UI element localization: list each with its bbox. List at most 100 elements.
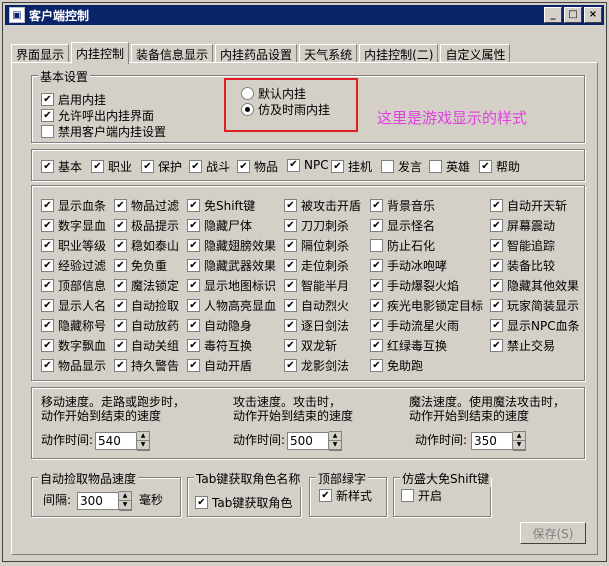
feature-checkbox[interactable]: ✔ 职业等级: [41, 237, 106, 254]
feature-checkbox[interactable]: ✔ 走位刺杀: [284, 257, 349, 274]
category-items-checkbox[interactable]: ✔ 物品: [237, 158, 278, 175]
feature-checkbox[interactable]: ✔ 物品过滤: [114, 197, 179, 214]
magic-speed-input[interactable]: [471, 432, 513, 450]
tab-get-name-checkbox[interactable]: ✔ Tab键获取角色: [195, 494, 292, 511]
feature-checkbox[interactable]: ✔ 免Shift键: [187, 197, 255, 214]
spin-up-icon[interactable]: ▲: [513, 432, 525, 441]
shift-free-enable-checkbox[interactable]: 开启: [401, 487, 442, 504]
default-plugin-radio[interactable]: 默认内挂: [241, 85, 306, 102]
tab-potion-settings[interactable]: 内挂药品设置: [215, 44, 298, 63]
feature-checkbox[interactable]: ✔ 隔位刺杀: [284, 237, 349, 254]
feature-checkbox[interactable]: ✔ 数字飘血: [41, 337, 106, 354]
feature-checkbox[interactable]: ✔ 显示血条: [41, 197, 106, 214]
pickup-interval-input[interactable]: [77, 492, 119, 510]
attack-speed-input[interactable]: [287, 432, 329, 450]
move-speed-stepper[interactable]: ▲▼: [95, 431, 150, 451]
feature-checkbox[interactable]: ✔ 魔法锁定: [114, 277, 179, 294]
feature-checkbox[interactable]: ✔ 背景音乐: [370, 197, 435, 214]
feature-checkbox[interactable]: ✔ 智能追踪: [490, 237, 555, 254]
tab-weather[interactable]: 天气系统: [299, 44, 358, 63]
feature-checkbox[interactable]: ✔ 被攻击开盾: [284, 197, 361, 214]
magic-speed-stepper[interactable]: ▲▼: [471, 431, 526, 451]
spin-up-icon[interactable]: ▲: [329, 432, 341, 441]
feature-checkbox[interactable]: ✔ 隐藏翅膀效果: [187, 237, 276, 254]
disable-client-settings-checkbox[interactable]: 禁用客户端内挂设置: [41, 123, 166, 140]
feature-checkbox[interactable]: ✔ 自动隐身: [187, 317, 252, 334]
feature-checkbox[interactable]: ✔ 手动冰咆哮: [370, 257, 447, 274]
spin-down-icon[interactable]: ▼: [137, 441, 149, 450]
feature-checkbox[interactable]: ✔ 龙影剑法: [284, 357, 349, 374]
spin-down-icon[interactable]: ▼: [119, 501, 131, 510]
feature-checkbox[interactable]: 防止石化: [370, 237, 435, 254]
category-idle-checkbox[interactable]: ✔ 挂机: [331, 158, 372, 175]
feature-checkbox[interactable]: ✔ 自动开天斩: [490, 197, 567, 214]
allow-call-ui-checkbox[interactable]: ✔ 允许呼出内挂界面: [41, 107, 154, 124]
feature-checkbox[interactable]: ✔ 免负重: [114, 257, 167, 274]
feature-checkbox[interactable]: ✔ 数字显血: [41, 217, 106, 234]
feature-checkbox[interactable]: ✔ 稳如泰山: [114, 237, 179, 254]
tab-equipment-info[interactable]: 装备信息显示: [131, 44, 214, 63]
feature-checkbox[interactable]: ✔ 手动爆裂火焰: [370, 277, 459, 294]
feature-checkbox[interactable]: ✔ 持久警告: [114, 357, 179, 374]
maximize-button[interactable]: □: [564, 7, 582, 23]
save-button[interactable]: 保存(S): [520, 522, 586, 544]
category-combat-checkbox[interactable]: ✔ 战斗: [189, 158, 230, 175]
feature-checkbox[interactable]: ✔ 装备比较: [490, 257, 555, 274]
spin-up-icon[interactable]: ▲: [137, 432, 149, 441]
feature-checkbox[interactable]: ✔ 双龙斩: [284, 337, 337, 354]
imitation-plugin-radio[interactable]: 仿及时雨内挂: [241, 101, 330, 118]
feature-checkbox[interactable]: ✔ 手动流星火雨: [370, 317, 459, 334]
pickup-interval-stepper[interactable]: ▲▼: [77, 491, 132, 511]
feature-checkbox[interactable]: ✔ 人物高亮显血: [187, 297, 276, 314]
feature-checkbox[interactable]: ✔ 物品显示: [41, 357, 106, 374]
feature-checkbox[interactable]: ✔ 显示NPC血条: [490, 317, 580, 334]
spin-up-icon[interactable]: ▲: [119, 492, 131, 501]
feature-checkbox[interactable]: ✔ 显示怪名: [370, 217, 435, 234]
feature-checkbox[interactable]: ✔ 自动开盾: [187, 357, 252, 374]
feature-checkbox[interactable]: ✔ 疾光电影锁定目标: [370, 297, 483, 314]
feature-checkbox[interactable]: ✔ 自动捡取: [114, 297, 179, 314]
category-basic-checkbox[interactable]: ✔ 基本: [41, 158, 82, 175]
spin-buttons[interactable]: ▲ ▼: [513, 431, 526, 451]
spin-down-icon[interactable]: ▼: [329, 441, 341, 450]
feature-checkbox[interactable]: ✔ 自动关组: [114, 337, 179, 354]
feature-checkbox[interactable]: ✔ 隐藏武器效果: [187, 257, 276, 274]
feature-checkbox[interactable]: ✔ 显示地图标识: [187, 277, 276, 294]
spin-down-icon[interactable]: ▼: [513, 441, 525, 450]
tab-custom-attributes[interactable]: 自定义属性: [440, 44, 511, 63]
category-npc-checkbox[interactable]: ✔ NPC: [287, 158, 329, 172]
category-job-checkbox[interactable]: ✔ 职业: [91, 158, 132, 175]
spin-buttons[interactable]: ▲ ▼: [137, 431, 150, 451]
feature-checkbox[interactable]: ✔ 毒符互换: [187, 337, 252, 354]
feature-checkbox[interactable]: ✔ 玩家简装显示: [490, 297, 579, 314]
feature-checkbox[interactable]: ✔ 刀刀刺杀: [284, 217, 349, 234]
feature-checkbox[interactable]: ✔ 逐日剑法: [284, 317, 349, 334]
feature-checkbox[interactable]: ✔ 自动放药: [114, 317, 179, 334]
feature-checkbox[interactable]: ✔ 禁止交易: [490, 337, 555, 354]
feature-checkbox[interactable]: ✔ 经验过滤: [41, 257, 106, 274]
minimize-button[interactable]: _: [544, 7, 562, 23]
tab-plugin-control[interactable]: 内挂控制: [71, 42, 130, 64]
spin-buttons[interactable]: ▲ ▼: [119, 491, 132, 511]
new-style-checkbox[interactable]: ✔ 新样式: [319, 487, 372, 504]
feature-checkbox[interactable]: ✔ 屏幕震动: [490, 217, 555, 234]
feature-checkbox[interactable]: ✔ 自动烈火: [284, 297, 349, 314]
attack-speed-stepper[interactable]: ▲▼: [287, 431, 342, 451]
close-button[interactable]: ×: [584, 7, 602, 23]
tab-plugin-control-2[interactable]: 内挂控制(二): [359, 44, 439, 63]
feature-checkbox[interactable]: ✔ 隐藏称号: [41, 317, 106, 334]
move-speed-input[interactable]: [95, 432, 137, 450]
category-speak-checkbox[interactable]: 发言: [381, 158, 422, 175]
enable-plugin-checkbox[interactable]: ✔ 启用内挂: [41, 91, 106, 108]
feature-checkbox[interactable]: ✔ 红绿毒互换: [370, 337, 447, 354]
spin-buttons[interactable]: ▲ ▼: [329, 431, 342, 451]
feature-checkbox[interactable]: ✔ 智能半月: [284, 277, 349, 294]
feature-checkbox[interactable]: ✔ 顶部信息: [41, 277, 106, 294]
category-help-checkbox[interactable]: ✔ 帮助: [479, 158, 520, 175]
category-protect-checkbox[interactable]: ✔ 保护: [141, 158, 182, 175]
feature-checkbox[interactable]: ✔ 免助跑: [370, 357, 423, 374]
feature-checkbox[interactable]: ✔ 极品提示: [114, 217, 179, 234]
feature-checkbox[interactable]: ✔ 显示人名: [41, 297, 106, 314]
tab-ui-display[interactable]: 界面显示: [11, 44, 70, 63]
category-hero-checkbox[interactable]: 英雄: [429, 158, 470, 175]
